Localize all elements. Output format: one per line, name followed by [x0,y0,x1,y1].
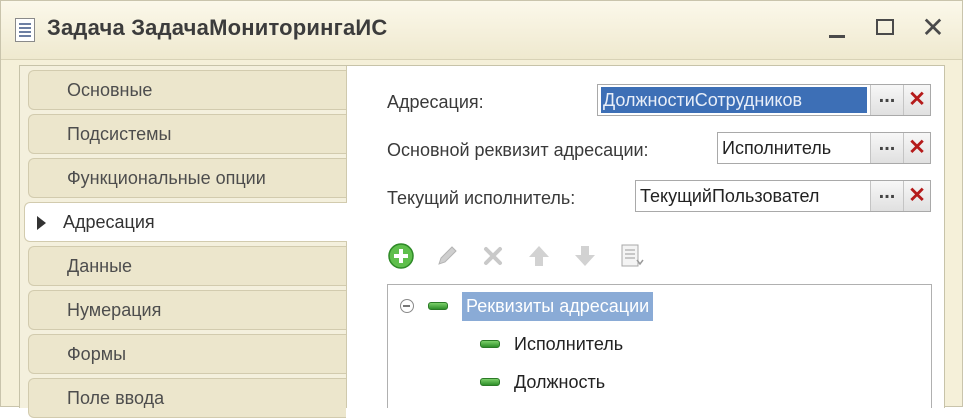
addressing-panel: Адресация: ДолжностиСотрудников ... ✕ Ос… [347,66,944,408]
tab-osnovnye[interactable]: Основные [28,70,346,110]
addressing-attributes-tree: Реквизиты адресации Исполнитель Должност… [387,284,932,408]
tab-adresaciya[interactable]: Адресация [24,202,347,242]
main-attribute-field[interactable]: Исполнитель ... ✕ [717,132,931,164]
list-options-icon[interactable] [617,242,645,270]
tab-list: Основные Подсистемы Функциональные опции… [20,66,347,418]
tab-numeraciya[interactable]: Нумерация [28,290,346,330]
addressing-select-button[interactable]: ... [870,85,903,115]
tree-item-label: Должность [514,371,606,392]
addressing-value[interactable]: ДолжностиСотрудников [601,87,867,113]
tree-root-label[interactable]: Реквизиты адресации [462,291,654,321]
collapse-icon[interactable] [400,299,414,313]
tree-item-ispolnitel[interactable]: Исполнитель [480,327,623,361]
tab-pole-vvoda[interactable]: Поле ввода [28,378,346,418]
main-attribute-select-button[interactable]: ... [870,133,903,163]
tab-adresaciya-label: Адресация [63,212,155,232]
main-attribute-clear-button[interactable]: ✕ [903,133,930,163]
tab-dannye[interactable]: Данные [28,246,346,286]
current-executor-select-button[interactable]: ... [870,181,903,211]
main-attribute-value[interactable]: Исполнитель [718,138,870,159]
addressing-clear-button[interactable]: ✕ [903,85,930,115]
addressing-field[interactable]: ДолжностиСотрудников ... ✕ [597,84,931,116]
tree-item-dolzhnost[interactable]: Должность [480,365,605,399]
current-executor-label: Текущий исполнитель: [387,188,576,208]
title-bar: Задача ЗадачаМониторингаИС ✕ [1,1,962,60]
window-title: Задача ЗадачаМониторингаИС [47,15,388,40]
document-icon [15,18,35,42]
add-icon[interactable] [387,242,415,270]
edit-icon[interactable] [433,242,461,270]
minimize-button[interactable] [824,13,850,43]
window-controls: ✕ [824,13,946,43]
addressing-label: Адресация: [387,92,484,112]
tab-podsistemy[interactable]: Подсистемы [28,114,346,154]
attribute-icon [480,340,500,348]
tab-functional-options[interactable]: Функциональные опции [28,158,346,198]
close-button[interactable]: ✕ [920,13,946,43]
maximize-button[interactable] [872,13,898,43]
attribute-icon [428,302,448,310]
move-down-icon[interactable] [571,242,599,270]
move-up-icon[interactable] [525,242,553,270]
content-area: Основные Подсистемы Функциональные опции… [19,65,945,418]
current-executor-field[interactable]: ТекущийПользовател ... ✕ [635,180,931,212]
task-window: Задача ЗадачаМониторингаИС ✕ Основные По… [0,0,963,418]
main-attribute-label: Основной реквизит адресации: [387,140,649,160]
tab-formy[interactable]: Формы [28,334,346,374]
current-executor-value[interactable]: ТекущийПользовател [636,186,870,207]
active-tab-arrow-icon [37,216,46,230]
tree-item-label: Исполнитель [514,333,624,354]
attribute-icon [480,378,500,386]
tree-toolbar [387,240,645,272]
delete-icon[interactable] [479,242,507,270]
current-executor-clear-button[interactable]: ✕ [903,181,930,211]
tree-root-row[interactable]: Реквизиты адресации [400,289,654,323]
